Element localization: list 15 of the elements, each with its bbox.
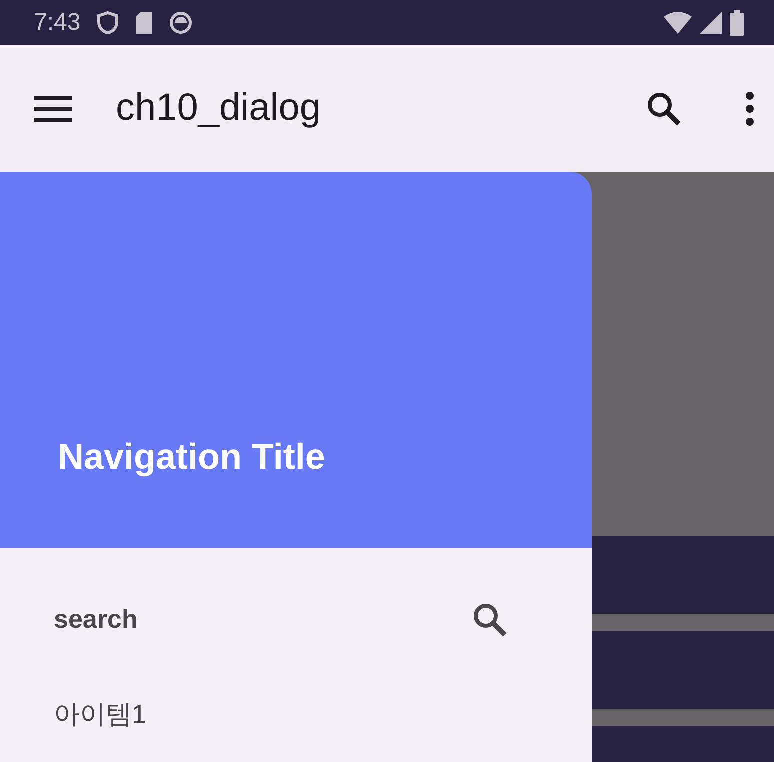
status-time: 7:43 — [34, 8, 81, 38]
battery-icon — [730, 10, 744, 36]
search-icon[interactable] — [472, 602, 508, 638]
more-options-icon[interactable] — [746, 92, 754, 126]
circle-icon — [168, 10, 193, 34]
sd-card-icon — [134, 10, 153, 34]
wifi-icon — [664, 12, 692, 34]
search-icon[interactable] — [646, 90, 682, 126]
app-title: ch10_dialog — [116, 86, 321, 131]
menu-icon[interactable] — [34, 96, 72, 122]
signal-icon — [700, 12, 722, 34]
search-menu-item[interactable]: search — [54, 600, 138, 639]
drawer-menu-item[interactable]: 아이템1 — [54, 695, 146, 734]
shield-icon — [96, 10, 119, 34]
drawer-title: Navigation Title — [58, 435, 326, 479]
